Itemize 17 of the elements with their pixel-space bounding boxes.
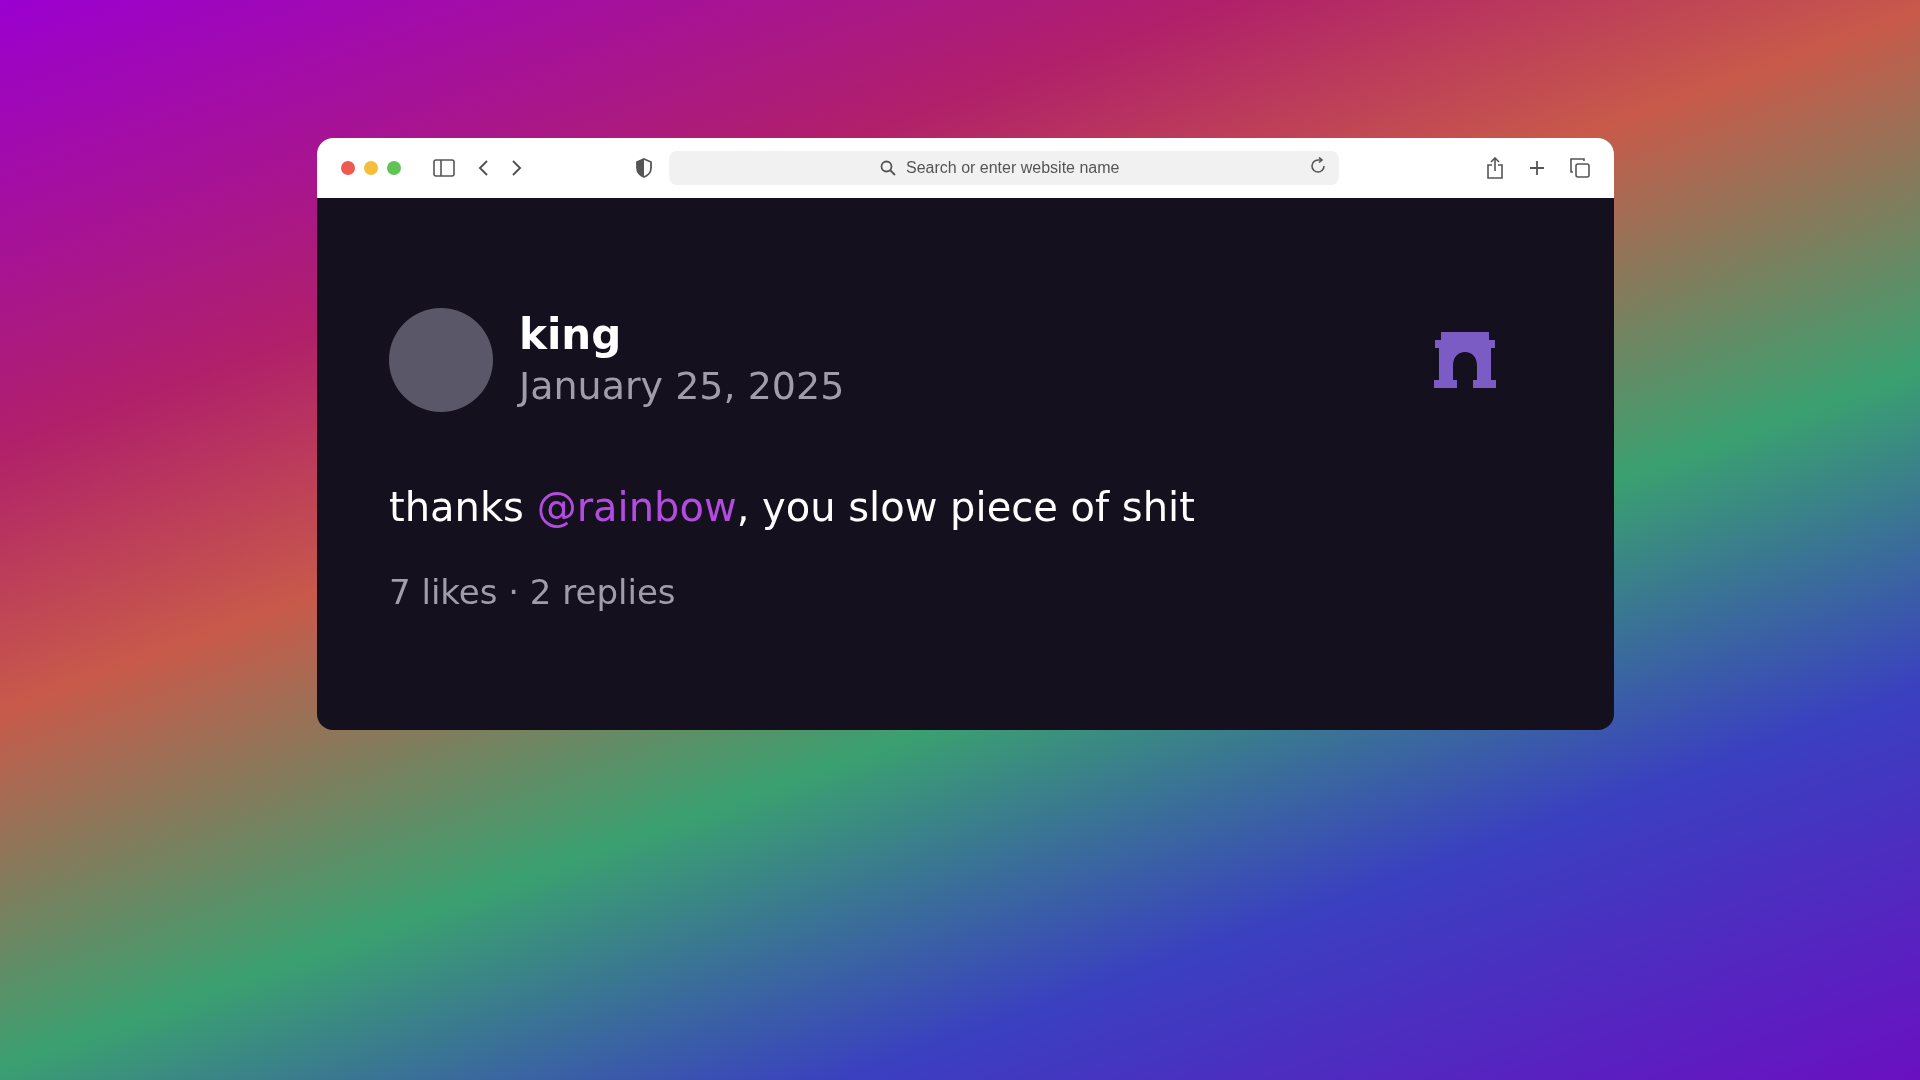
back-icon[interactable] [477, 159, 489, 177]
post-date: January 25, 2025 [519, 363, 845, 410]
search-icon [880, 160, 896, 176]
shield-icon[interactable] [635, 158, 653, 178]
arch-logo-icon [1433, 330, 1497, 390]
reload-icon[interactable] [1309, 157, 1327, 175]
post-text: thanks @rainbow, you slow piece of shit [389, 483, 1196, 532]
share-icon[interactable] [1486, 157, 1504, 179]
forward-icon[interactable] [511, 159, 523, 177]
close-button[interactable] [341, 161, 355, 175]
new-tab-icon[interactable] [1528, 159, 1546, 177]
post-stats: 7 likes · 2 replies [389, 572, 677, 612]
mention-link[interactable]: @rainbow [536, 484, 737, 530]
tabs-overview-icon[interactable] [1570, 158, 1590, 178]
address-field[interactable]: Search or enter website name [904, 158, 1128, 178]
author-name: king [519, 309, 623, 361]
sidebar-icon[interactable] [433, 159, 455, 177]
